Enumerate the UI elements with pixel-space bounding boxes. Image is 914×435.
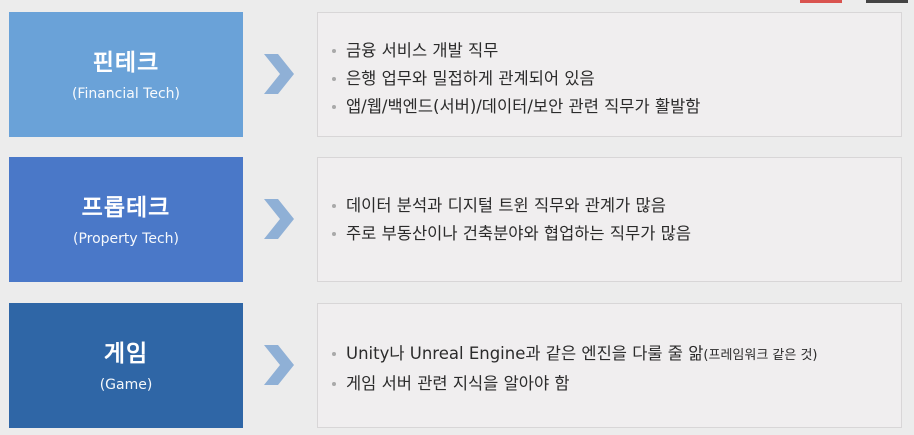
chevron-right-icon	[264, 54, 294, 94]
top-dark-mark	[866, 0, 908, 3]
category-subtitle: (Financial Tech)	[71, 85, 181, 102]
bullet-dot-icon	[332, 49, 336, 53]
bullet-list: 금융 서비스 개발 직무 은행 업무와 밀접하게 관계되어 있음 앱/웹/백엔드…	[332, 37, 887, 121]
description-box: 데이터 분석과 디지털 트윈 직무와 관계가 많음 주로 부동산이나 건축분야와…	[317, 157, 902, 282]
bullet-dot-icon	[332, 352, 336, 356]
list-item: 주로 부동산이나 건축분야와 협업하는 직무가 많음	[332, 220, 887, 248]
chevron-right-icon	[264, 345, 294, 385]
description-box: Unity나 Unreal Engine과 같은 엔진을 다룰 줄 앎(프레임워…	[317, 303, 902, 428]
category-subtitle: (Property Tech)	[73, 230, 179, 247]
list-item-text: 은행 업무와 밀접하게 관계되어 있음	[346, 69, 595, 88]
list-item-text: 주로 부동산이나 건축분야와 협업하는 직무가 많음	[346, 224, 692, 243]
list-item-note: (프레임워크 같은 것)	[703, 348, 818, 363]
category-subtitle: (Game)	[99, 376, 153, 393]
bullet-list: 데이터 분석과 디지털 트윈 직무와 관계가 많음 주로 부동산이나 건축분야와…	[332, 192, 887, 248]
list-item-text: 금융 서비스 개발 직무	[346, 41, 499, 60]
bullet-dot-icon	[332, 382, 336, 386]
list-item-text: 게임 서버 관련 지식을 알아야 함	[346, 374, 570, 393]
list-item: 은행 업무와 밀접하게 관계되어 있음	[332, 65, 887, 93]
category-title: 게임	[103, 340, 149, 367]
list-item: 데이터 분석과 디지털 트윈 직무와 관계가 많음	[332, 192, 887, 220]
list-item: Unity나 Unreal Engine과 같은 엔진을 다룰 줄 앎(프레임워…	[332, 340, 887, 370]
list-item: 게임 서버 관련 지식을 알아야 함	[332, 370, 887, 398]
category-title: 핀테크	[92, 49, 160, 76]
category-label-box: 프롭테크 (Property Tech)	[9, 157, 243, 282]
category-label-box: 핀테크 (Financial Tech)	[9, 12, 243, 137]
bullet-list: Unity나 Unreal Engine과 같은 엔진을 다룰 줄 앎(프레임워…	[332, 340, 887, 398]
list-item: 금융 서비스 개발 직무	[332, 37, 887, 65]
bullet-dot-icon	[332, 204, 336, 208]
category-title: 프롭테크	[81, 194, 171, 221]
chevron-right-icon	[264, 199, 294, 239]
list-item: 앱/웹/백엔드(서버)/데이터/보안 관련 직무가 활발함	[332, 93, 887, 121]
bullet-dot-icon	[332, 105, 336, 109]
bullet-dot-icon	[332, 77, 336, 81]
list-item-text: 데이터 분석과 디지털 트윈 직무와 관계가 많음	[346, 196, 666, 215]
top-red-mark	[800, 0, 842, 3]
category-label-box: 게임 (Game)	[9, 303, 243, 428]
description-box: 금융 서비스 개발 직무 은행 업무와 밀접하게 관계되어 있음 앱/웹/백엔드…	[317, 12, 902, 137]
list-item-text: 앱/웹/백엔드(서버)/데이터/보안 관련 직무가 활발함	[346, 97, 701, 116]
bullet-dot-icon	[332, 232, 336, 236]
list-item-text: Unity나 Unreal Engine과 같은 엔진을 다룰 줄 앎	[346, 344, 704, 363]
